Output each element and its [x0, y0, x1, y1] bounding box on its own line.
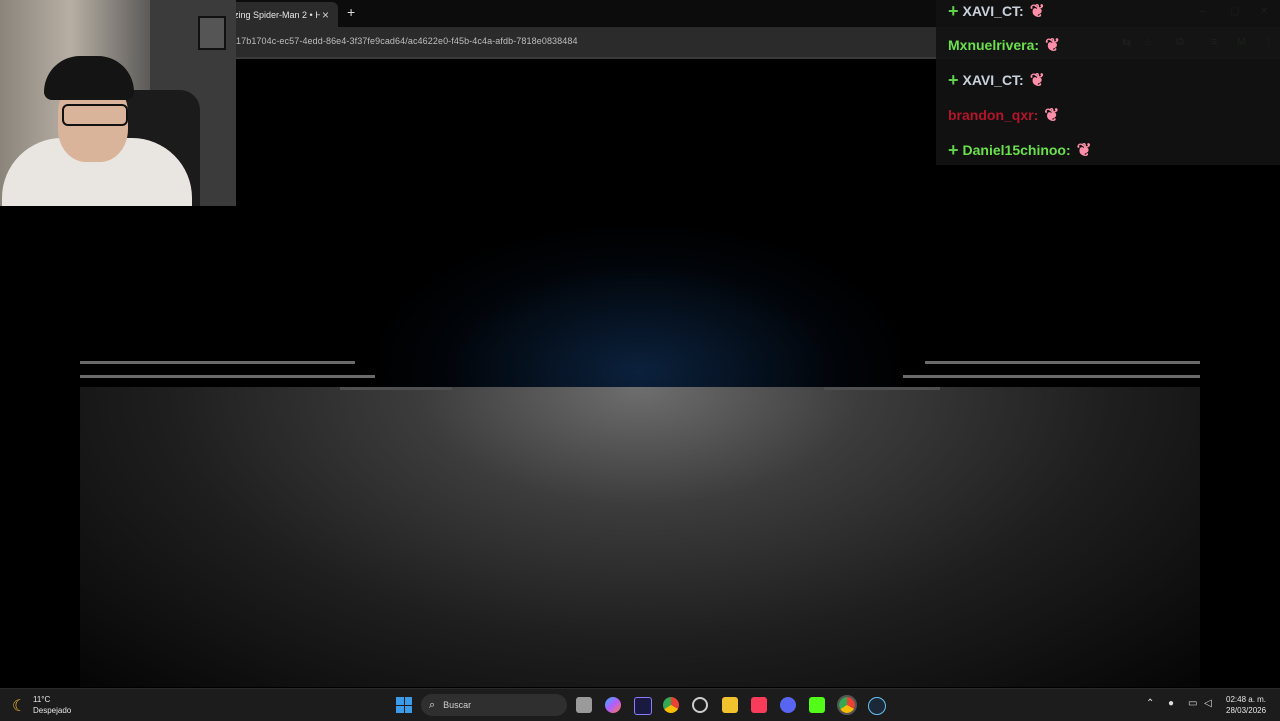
search-icon: ⌕: [429, 698, 436, 711]
chat-overlay: + XAVI_CT: ❦ Mxnuelrivera: ❦ + XAVI_CT: …: [936, 0, 1280, 165]
webcam-person-glasses: [62, 104, 128, 126]
weather-temperature[interactable]: 11°C: [33, 695, 50, 704]
hands-emote-icon: ❦: [1029, 0, 1045, 21]
webcam-picture-frame: [198, 16, 226, 50]
right-ledge-top: [925, 361, 1200, 364]
left-ledge-low: [340, 387, 452, 390]
chat-message: + XAVI_CT: ❦: [948, 0, 1045, 24]
chrome-icon[interactable]: [663, 697, 679, 713]
plus-badge-icon: +: [948, 70, 959, 90]
chat-username: brandon_qxr:: [948, 107, 1039, 123]
premiere-pro-icon[interactable]: [634, 697, 652, 715]
chat-username: Daniel15chinoo:: [962, 142, 1071, 158]
volume-icon[interactable]: ◁: [1204, 698, 1212, 709]
discord-icon[interactable]: [780, 697, 796, 713]
plus-badge-icon: +: [948, 140, 959, 160]
chat-username: XAVI_CT:: [962, 72, 1024, 88]
weather-condition[interactable]: Despejado: [33, 706, 71, 715]
chat-message: brandon_qxr: ❦: [948, 102, 1059, 128]
windows-start-icon[interactable]: [396, 697, 412, 713]
plus-badge-icon: +: [948, 1, 959, 21]
search-placeholder: Buscar: [443, 700, 472, 710]
hands-emote-icon: ❦: [1044, 104, 1060, 125]
chat-username: Mxnuelrivera:: [948, 37, 1040, 53]
music-app-icon[interactable]: [751, 697, 767, 713]
clock-date[interactable]: 28/03/2026: [1226, 706, 1266, 715]
webcam-overlay: [0, 0, 236, 206]
clock-time[interactable]: 02:48 a. m.: [1226, 695, 1266, 704]
hands-emote-icon: ❦: [1029, 69, 1045, 90]
copilot-icon[interactable]: [605, 697, 621, 713]
windows-taskbar: ☾ 11°C Despejado ⌕ Buscar ⌃ ● ▭ ◁ 02:48 …: [0, 688, 1280, 721]
right-ledge-low: [824, 387, 940, 390]
kick-icon[interactable]: [809, 697, 825, 713]
chrome-active-icon[interactable]: [837, 695, 857, 715]
url-text[interactable]: 17b1704c-ec57-4edd-86e4-3f37fe9cad64/ac4…: [236, 36, 578, 46]
taskbar-search[interactable]: ⌕ Buscar: [421, 694, 567, 716]
chat-message: + XAVI_CT: ❦: [948, 67, 1045, 93]
task-view-icon[interactable]: [576, 697, 592, 713]
chevron-up-icon[interactable]: ⌃: [1146, 698, 1154, 709]
scene-floor: [80, 387, 1200, 687]
left-ledge-top: [80, 361, 355, 364]
right-ledge-mid: [903, 375, 1200, 378]
moon-weather-icon[interactable]: ☾: [12, 696, 26, 716]
tab-close-icon[interactable]: ×: [322, 9, 329, 21]
chat-username: XAVI_CT:: [962, 3, 1024, 19]
network-icon[interactable]: ▭: [1188, 698, 1197, 709]
tab-title: zing Spider-Man 2 • H: [234, 9, 320, 20]
chat-message: Mxnuelrivera: ❦: [948, 32, 1060, 58]
steam-icon[interactable]: [868, 697, 886, 715]
obs-icon[interactable]: [692, 697, 708, 713]
webcam-person-hair: [44, 56, 134, 100]
file-explorer-icon[interactable]: [722, 697, 738, 713]
new-tab-button[interactable]: +: [347, 5, 355, 19]
hands-emote-icon: ❦: [1076, 139, 1092, 160]
microphone-icon[interactable]: ●: [1168, 698, 1174, 709]
chat-message: + Daniel15chinoo: ❦: [948, 137, 1092, 163]
browser-tab[interactable]: zing Spider-Man 2 • H ×: [230, 2, 338, 27]
left-ledge-mid: [80, 375, 375, 378]
hands-emote-icon: ❦: [1045, 34, 1061, 55]
